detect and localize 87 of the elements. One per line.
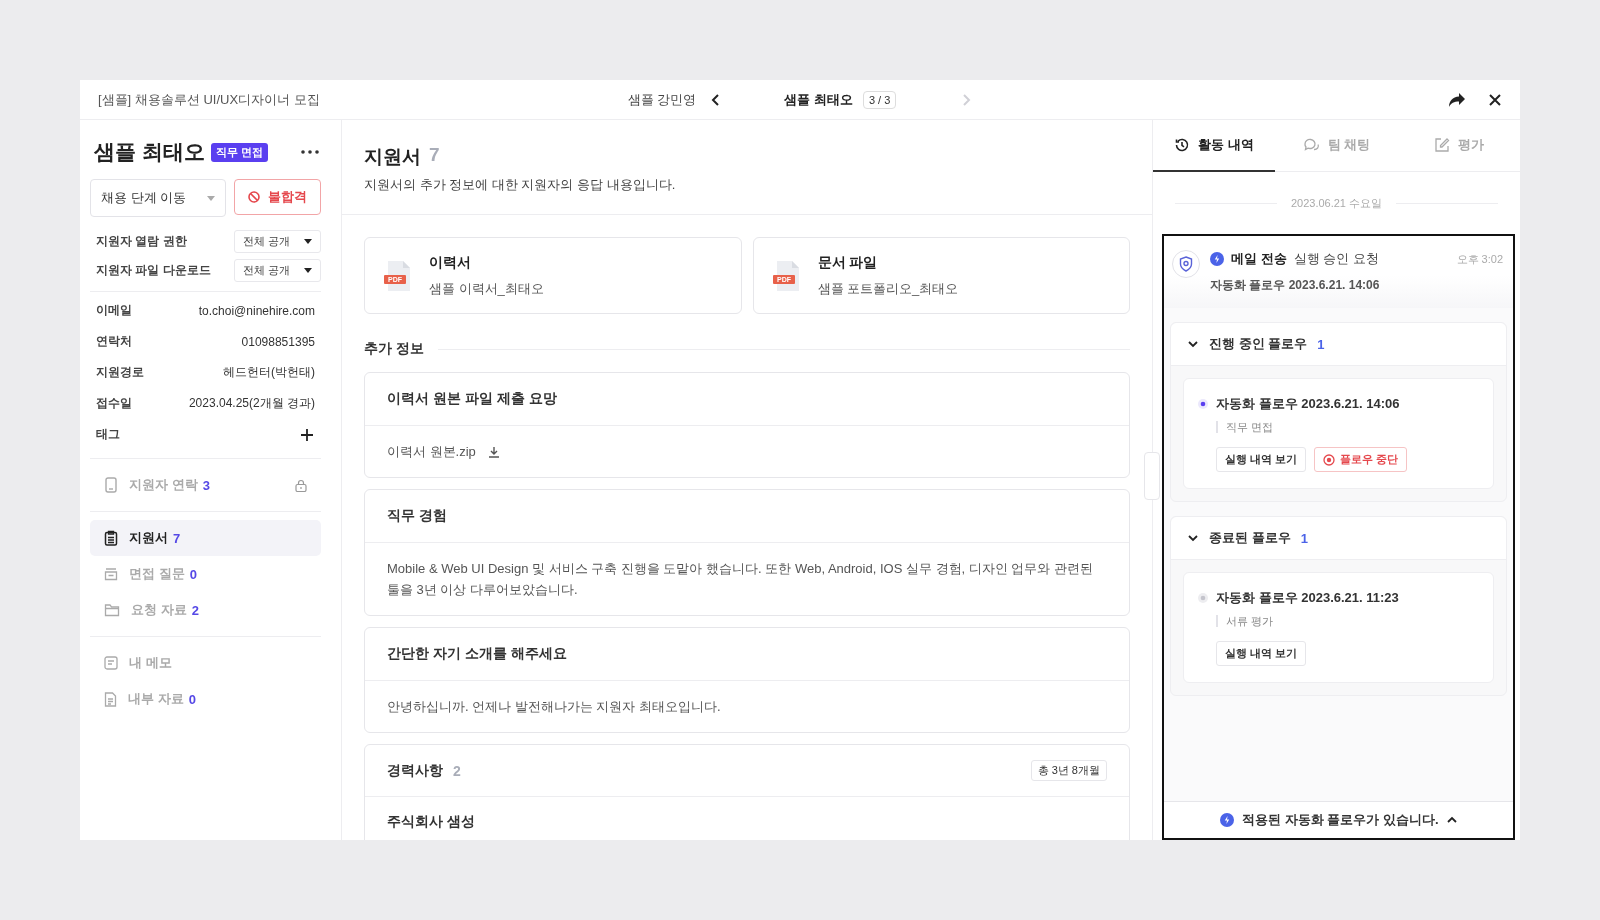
field-value: 01098851395: [241, 334, 315, 349]
field-value: 헤드헌터(박헌태): [223, 364, 315, 381]
stop-icon: [1323, 453, 1336, 466]
section-title: 지원서: [364, 145, 421, 169]
dropdown-caret-icon: [304, 268, 312, 273]
close-icon[interactable]: [1488, 92, 1502, 107]
current-applicant-name: 샘플 최태오: [784, 90, 853, 109]
edit-icon: [1433, 137, 1450, 153]
sidebar-item[interactable]: 지원서 7: [90, 520, 321, 556]
automation-bolt-icon: [1210, 252, 1224, 266]
section-description: 지원서의 추가 정보에 대한 지원자의 응답 내용입니다.: [364, 176, 677, 194]
flow-group-title[interactable]: 진행 중인 플로우: [1209, 335, 1308, 353]
applicant-name: 샘플 최태오: [94, 139, 205, 165]
attachment-link[interactable]: 이력서 원본.zip: [387, 441, 476, 462]
field-value: to.choi@ninehire.com: [198, 303, 315, 318]
answer-text: 안녕하십니까. 언제나 발전해나가는 지원자 최태오입니다.: [387, 698, 721, 716]
phone-icon: [104, 477, 118, 493]
folder-icon: [104, 603, 120, 617]
flow-name: 자동화 플로우 2023.6.21. 11:23: [1216, 589, 1399, 607]
event-flow-name: 자동화 플로우 2023.6.21. 14:06: [1210, 277, 1381, 294]
company-name: 주식회사 샘성: [386, 812, 476, 831]
chevron-down-icon[interactable]: [1187, 338, 1199, 350]
clipboard-icon: [104, 530, 118, 546]
career-title: 경력사항: [387, 761, 443, 780]
download-icon[interactable]: [487, 445, 500, 458]
add-tag-icon[interactable]: [301, 428, 313, 441]
answer-text: Mobile & Web UI Design 및 서비스 구축 진행을 도맡아 했습니다. 또한 Web, Android, IOS 실무 경험, 디자인 업무와 관련된 툴을 3년 이상 다루어보았습니다.: [387, 560, 1094, 599]
flow-stage: 직무 면접: [1216, 421, 1479, 433]
flow-group-title[interactable]: 종료된 플로우: [1209, 529, 1291, 547]
history-icon: [1174, 137, 1191, 153]
event-status: 실행 승인 요청: [1293, 250, 1379, 268]
sidebar-item[interactable]: 면접 질문 0: [90, 556, 321, 592]
previous-applicant-link[interactable]: 샘플 강민영: [627, 90, 697, 109]
career-total-badge: 총 3년 8개월: [1030, 760, 1107, 781]
field-label: 연락처: [96, 333, 132, 350]
question-title: 직무 경험: [365, 490, 1129, 543]
subsection-title: 추가 정보: [364, 340, 424, 358]
chevron-down-icon[interactable]: [1187, 532, 1199, 544]
reject-button[interactable]: 불합격: [234, 179, 321, 215]
permission-label: 지원자 파일 다운로드: [96, 262, 211, 279]
career-count: 2: [453, 762, 461, 779]
file-type-title: 문서 파일: [817, 253, 879, 272]
flow-name: 자동화 플로우 2023.6.21. 14:06: [1216, 395, 1400, 413]
field-value: 2023.04.25(2개월 경과): [188, 395, 315, 412]
section-count: 7: [429, 144, 440, 167]
dropdown-caret-icon: [207, 195, 215, 201]
chevron-up-icon: [1446, 816, 1457, 824]
file-name: 샘플 이력서_최태오: [429, 279, 544, 298]
panel-resize-handle[interactable]: [1144, 452, 1160, 500]
event-action: 메일 전송: [1231, 250, 1287, 268]
question-title: 이력서 원본 파일 제출 요망: [365, 373, 1129, 426]
flow-stage: 서류 평가: [1216, 615, 1479, 627]
field-label: 태그: [96, 426, 120, 443]
automation-bolt-icon: [1220, 813, 1235, 827]
event-time: 오후 3:02: [1456, 251, 1503, 267]
stage-badge: 직무 면접: [210, 142, 268, 162]
prohibited-icon: [248, 191, 260, 203]
stage-move-dropdown[interactable]: 채용 단계 이동: [90, 179, 226, 217]
permission-label: 지원자 열람 권한: [96, 233, 187, 250]
view-history-button[interactable]: 실행 내역 보기: [1216, 641, 1307, 666]
chat-bubbles-icon: [1302, 137, 1320, 153]
question-title: 간단한 자기 소개를 해주세요: [365, 628, 1129, 681]
field-label: 접수일: [96, 395, 132, 412]
sidebar-item[interactable]: 내부 자료 0: [90, 681, 321, 717]
applicant-position-badge: 3 / 3: [862, 90, 897, 109]
permission-dropdown[interactable]: 전체 공개: [233, 259, 321, 282]
file-name: 샘플 포트폴리오_최태오: [817, 279, 959, 298]
sidebar-item[interactable]: 요청 자료 2: [90, 592, 321, 628]
field-label: 지원경로: [96, 364, 144, 381]
view-history-button[interactable]: 실행 내역 보기: [1216, 447, 1307, 472]
job-posting-title: [샘플] 채용솔루션 UI/UX디자이너 모집: [98, 90, 321, 109]
field-label: 이메일: [96, 302, 132, 319]
document-icon: [104, 691, 117, 707]
sidebar-item[interactable]: 지원자 연락 3: [90, 467, 321, 503]
panel-tab[interactable]: 활동 내역: [1153, 120, 1276, 172]
dropdown-caret-icon: [304, 239, 312, 244]
permission-dropdown[interactable]: 전체 공개: [233, 230, 321, 253]
note-icon: [104, 656, 118, 670]
shield-icon: [1179, 256, 1193, 272]
flow-count: 1: [1317, 336, 1325, 352]
flow-count: 1: [1300, 530, 1308, 546]
date-divider-label: 2023.06.21 수요일: [1290, 195, 1383, 211]
tray-icon: [104, 567, 118, 581]
share-arrow-icon[interactable]: [1448, 91, 1466, 108]
more-options-icon[interactable]: [301, 150, 319, 154]
stop-flow-button[interactable]: 플로우 중단: [1314, 447, 1408, 472]
file-type-title: 이력서: [429, 253, 472, 272]
